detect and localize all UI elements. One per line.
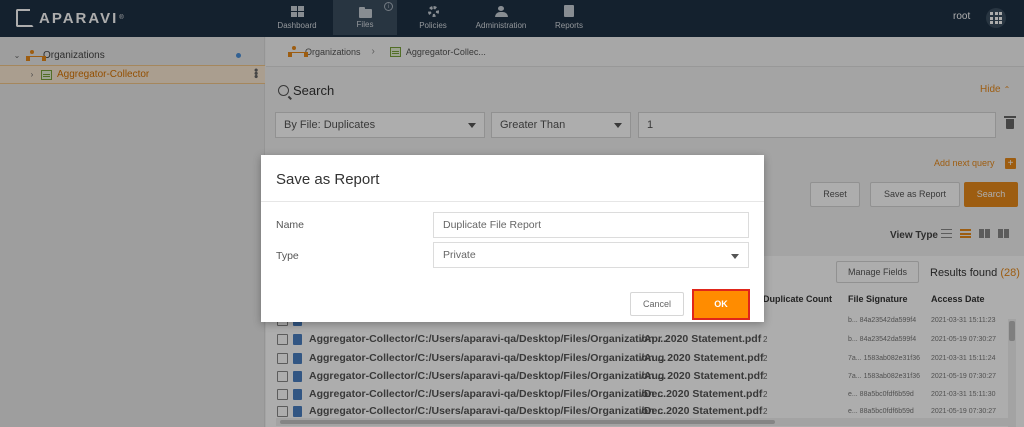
dialog-divider <box>261 201 764 202</box>
report-type-value: Private <box>443 249 476 261</box>
dialog-title: Save as Report <box>276 171 380 188</box>
ok-button[interactable]: OK <box>692 289 750 320</box>
report-type-select[interactable]: Private <box>433 242 749 268</box>
type-label: Type <box>276 250 299 262</box>
name-label: Name <box>276 219 305 231</box>
report-name-value: Duplicate File Report <box>443 219 542 231</box>
cancel-button[interactable]: Cancel <box>630 292 684 316</box>
caret-down-icon <box>731 254 739 259</box>
save-as-report-dialog: Save as Report Name Duplicate File Repor… <box>261 155 764 322</box>
report-name-input[interactable]: Duplicate File Report <box>433 212 749 238</box>
